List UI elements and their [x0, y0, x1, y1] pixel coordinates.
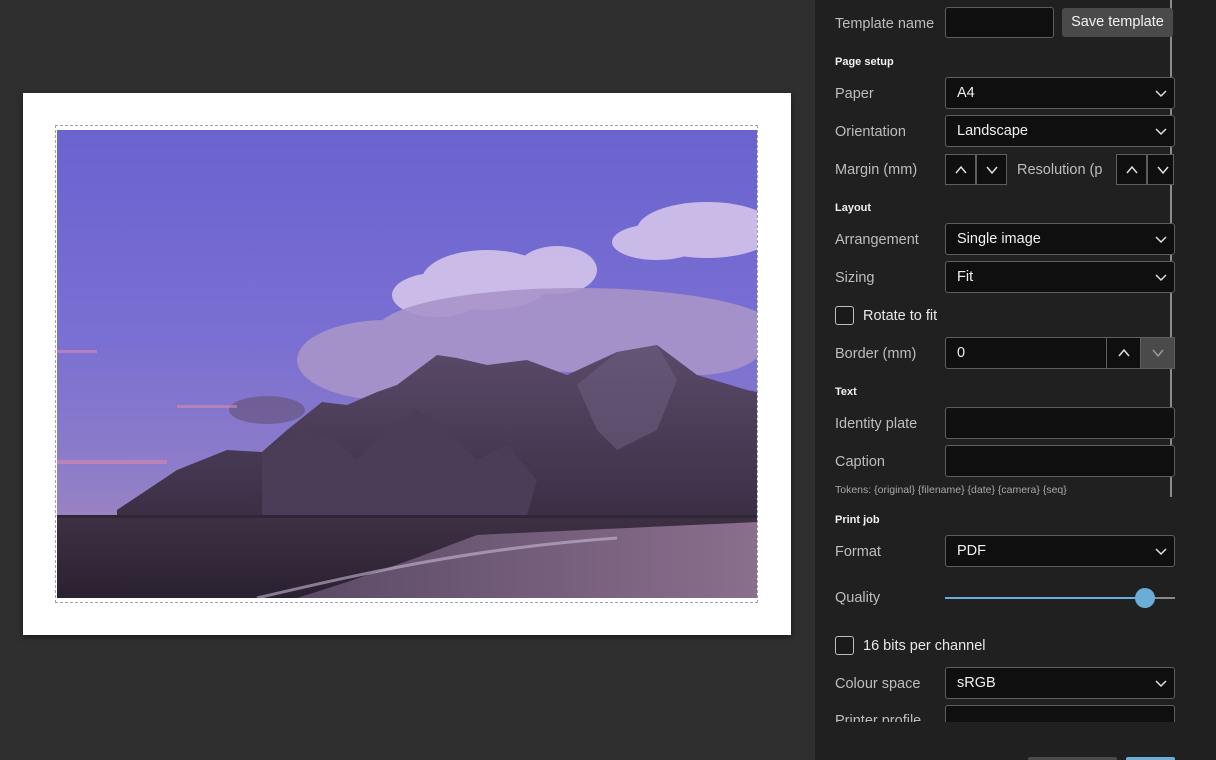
- chevron-down-icon: [1152, 349, 1164, 358]
- chevron-down-icon: [1155, 274, 1167, 282]
- caption-tokens-hint: Tokens: {original} {filename} {date} {ca…: [835, 484, 1067, 496]
- sixteen-bit-checkbox[interactable]: [835, 636, 854, 655]
- quality-label: Quality: [835, 590, 881, 606]
- chevron-up-icon: [955, 165, 967, 174]
- sizing-value: Fit: [957, 269, 974, 285]
- border-increase-button[interactable]: [1106, 337, 1141, 369]
- layout-heading: Layout: [835, 202, 872, 214]
- chevron-down-icon: [1155, 680, 1167, 688]
- format-select[interactable]: PDF: [945, 535, 1175, 567]
- resolution-label: Resolution (p: [1017, 162, 1103, 178]
- colour-space-select[interactable]: sRGB: [945, 667, 1175, 699]
- sixteen-bit-label: 16 bits per channel: [863, 638, 986, 654]
- identity-plate-label: Identity plate: [835, 416, 918, 432]
- margin-increase-button[interactable]: [945, 154, 976, 185]
- orientation-select[interactable]: Landscape: [945, 115, 1175, 147]
- arrangement-value: Single image: [957, 231, 1041, 247]
- border-label: Border (mm): [835, 346, 917, 362]
- caption-input[interactable]: [945, 445, 1175, 477]
- printer-profile-select[interactable]: [945, 705, 1175, 722]
- orientation-label: Orientation: [835, 124, 906, 140]
- resolution-increase-button[interactable]: [1116, 154, 1147, 185]
- print-preview-page: [23, 93, 791, 635]
- template-name-input[interactable]: [945, 7, 1054, 38]
- arrangement-label: Arrangement: [835, 232, 919, 248]
- paper-select[interactable]: A4: [945, 77, 1175, 109]
- printer-profile-row-clip: Printer profile: [815, 705, 1216, 722]
- paper-label: Paper: [835, 86, 874, 102]
- colour-space-value: sRGB: [957, 675, 996, 691]
- format-label: Format: [835, 544, 881, 560]
- identity-plate-input[interactable]: [945, 407, 1175, 439]
- resolution-decrease-button[interactable]: [1147, 154, 1174, 185]
- preview-photo: [57, 130, 757, 598]
- chevron-up-icon: [1118, 348, 1130, 357]
- colour-space-label: Colour space: [835, 676, 921, 692]
- template-name-label: Template name: [835, 16, 935, 32]
- quality-slider-fill: [945, 597, 1146, 599]
- chevron-down-icon: [1155, 128, 1167, 136]
- quality-slider-thumb[interactable]: [1135, 588, 1156, 608]
- caption-label: Caption: [835, 454, 885, 470]
- chevron-down-icon: [1155, 90, 1167, 98]
- chevron-down-icon: [1157, 166, 1169, 175]
- quality-slider[interactable]: [945, 588, 1175, 608]
- chevron-down-icon: [1155, 236, 1167, 244]
- chevron-up-icon: [1126, 165, 1138, 174]
- print-job-heading: Print job: [835, 514, 880, 526]
- rotate-to-fit-checkbox[interactable]: [835, 306, 854, 325]
- save-template-button[interactable]: Save template: [1062, 8, 1173, 37]
- text-heading: Text: [835, 386, 857, 398]
- chevron-down-icon: [986, 166, 998, 175]
- orientation-value: Landscape: [957, 123, 1028, 139]
- page-setup-heading: Page setup: [835, 56, 894, 68]
- rotate-to-fit-label: Rotate to fit: [863, 308, 938, 324]
- margin-label: Margin (mm): [835, 162, 918, 178]
- border-input[interactable]: 0: [945, 337, 1107, 369]
- margin-decrease-button[interactable]: [976, 154, 1007, 185]
- chevron-down-icon: [1155, 548, 1167, 556]
- printer-profile-label: Printer profile: [835, 713, 922, 722]
- sizing-select[interactable]: Fit: [945, 261, 1175, 293]
- format-value: PDF: [957, 543, 986, 559]
- border-decrease-button[interactable]: [1140, 337, 1175, 369]
- paper-value: A4: [957, 85, 975, 101]
- printable-area: [55, 125, 758, 603]
- arrangement-select[interactable]: Single image: [945, 223, 1175, 255]
- border-value: 0: [957, 345, 966, 361]
- sizing-label: Sizing: [835, 270, 875, 286]
